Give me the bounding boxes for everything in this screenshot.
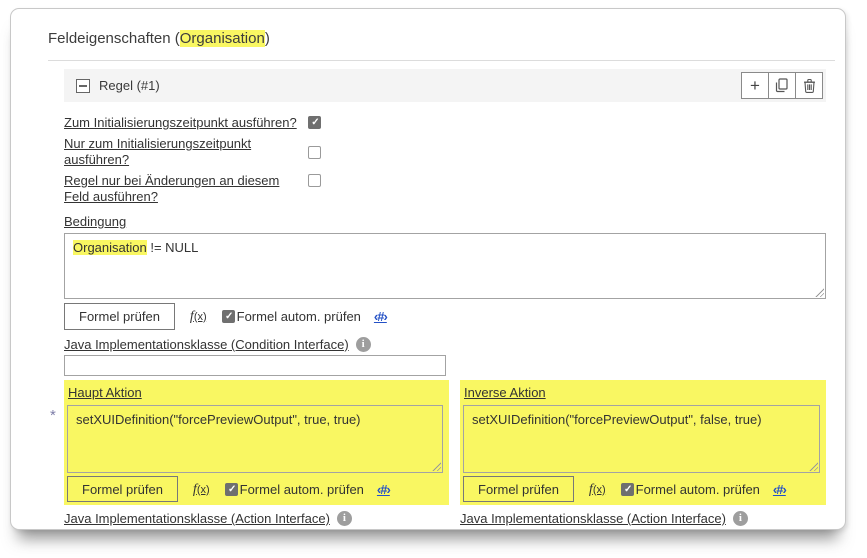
auto-check-label: Formel autom. prüfen (237, 309, 361, 324)
inverse-action-class-label[interactable]: Java Implementationsklasse (Action Inter… (460, 511, 726, 526)
auto-check-label: Formel autom. prüfen (240, 482, 364, 497)
auto-check-checkbox[interactable] (225, 483, 238, 496)
option-label-on-change[interactable]: Regel nur bei Änderungen an diesem Feld … (64, 173, 308, 205)
option-label-init[interactable]: Zum Initialisierungszeitpunkt ausführen? (64, 115, 308, 131)
fx-function-icon[interactable]: f(x) (589, 481, 606, 498)
inverse-action-class-label-row: Java Implementationsklasse (Action Inter… (460, 511, 826, 526)
condition-value-highlight: Organisation (73, 240, 147, 255)
action-class-row: Java Implementationsklasse (Action Inter… (64, 511, 826, 526)
required-marker: * (50, 407, 56, 424)
page-title-suffix: ) (265, 30, 270, 47)
page-title: Feldeigenschaften (Organisation) (48, 30, 845, 47)
auto-check-checkbox[interactable] (621, 483, 634, 496)
delete-rule-button[interactable] (795, 72, 823, 99)
condition-label[interactable]: Bedingung (64, 214, 126, 229)
auto-check-checkbox[interactable] (222, 310, 235, 323)
collapse-minus-icon[interactable] (76, 79, 90, 93)
main-action-class-label-row: Java Implementationsklasse (Action Inter… (64, 511, 460, 526)
condition-class-label-row: Java Implementationsklasse (Condition In… (64, 337, 826, 352)
fx-function-icon[interactable]: f(x) (193, 481, 210, 498)
condition-class-input[interactable] (64, 355, 446, 376)
rule-header-bar: Regel (#1) + (64, 69, 826, 102)
info-icon[interactable]: i (356, 337, 371, 352)
check-formula-button[interactable]: Formel prüfen (64, 303, 175, 330)
auto-check-label: Formel autom. prüfen (636, 482, 760, 497)
option-label-only-init[interactable]: Nur zum Initialisierungszeitpunkt ausfüh… (64, 136, 308, 168)
main-action-label[interactable]: Haupt Aktion (68, 385, 142, 400)
info-icon[interactable]: i (733, 511, 748, 526)
page-title-field-name: Organisation (180, 30, 265, 47)
main-action-class-label[interactable]: Java Implementationsklasse (Action Inter… (64, 511, 330, 526)
add-rule-button[interactable]: + (741, 72, 769, 99)
option-checkbox-only-init[interactable] (308, 146, 321, 159)
plus-icon: + (750, 77, 760, 94)
rule-title: Regel (#1) (99, 78, 160, 93)
rule-section: Regel (#1) + (64, 69, 826, 526)
title-divider (48, 60, 835, 61)
main-action-textarea[interactable]: setXUIDefinition("forcePreviewOutput", t… (67, 405, 443, 473)
option-row-only-init: Nur zum Initialisierungszeitpunkt ausfüh… (64, 136, 826, 168)
inverse-action-column: Inverse Aktion setXUIDefinition("forcePr… (460, 380, 826, 505)
rule-options: Zum Initialisierungszeitpunkt ausführen?… (64, 115, 826, 205)
info-icon[interactable]: i (337, 511, 352, 526)
inverse-action-check-row: Formel prüfen f(x) Formel autom. prüfen … (463, 476, 820, 502)
condition-class-label[interactable]: Java Implementationsklasse (Condition In… (64, 337, 349, 352)
feldeigenschaften-panel: Feldeigenschaften (Organisation) Regel (… (10, 8, 846, 530)
option-row-init: Zum Initialisierungszeitpunkt ausführen? (64, 115, 826, 131)
option-checkbox-on-change[interactable] (308, 174, 321, 187)
main-action-column: Haupt Aktion setXUIDefinition("forcePrev… (64, 380, 449, 505)
placeholder-hash-link[interactable]: ‹#› (377, 482, 390, 497)
resize-grip-icon[interactable] (814, 287, 824, 297)
trash-icon (803, 78, 816, 93)
fx-function-icon[interactable]: f(x) (190, 308, 207, 325)
resize-grip-icon[interactable] (808, 461, 818, 471)
placeholder-hash-link[interactable]: ‹#› (773, 482, 786, 497)
inverse-action-label[interactable]: Inverse Aktion (464, 385, 546, 400)
copy-rule-button[interactable] (768, 72, 796, 99)
option-row-on-change: Regel nur bei Änderungen an diesem Feld … (64, 173, 826, 205)
main-action-check-row: Formel prüfen f(x) Formel autom. prüfen … (67, 476, 443, 502)
page-title-prefix: Feldeigenschaften ( (48, 30, 180, 47)
inverse-action-code: setXUIDefinition("forcePreviewOutput", f… (472, 412, 762, 427)
condition-value-rest: != NULL (147, 240, 199, 255)
check-formula-button[interactable]: Formel prüfen (67, 476, 178, 502)
option-checkbox-init[interactable] (308, 116, 321, 129)
condition-check-row: Formel prüfen f(x) Formel autom. prüfen … (64, 302, 826, 330)
actions-block: * Haupt Aktion setXUIDefinition("forcePr… (64, 380, 826, 505)
resize-grip-icon[interactable] (431, 461, 441, 471)
rule-toolbar: + (742, 72, 823, 99)
placeholder-hash-link[interactable]: ‹#› (374, 309, 387, 324)
check-formula-button[interactable]: Formel prüfen (463, 476, 574, 502)
main-action-code: setXUIDefinition("forcePreviewOutput", t… (76, 412, 361, 427)
condition-textarea[interactable]: Organisation != NULL (64, 233, 826, 299)
copy-icon (775, 78, 789, 93)
inverse-action-textarea[interactable]: setXUIDefinition("forcePreviewOutput", f… (463, 405, 820, 473)
condition-label-row: Bedingung (64, 213, 826, 231)
